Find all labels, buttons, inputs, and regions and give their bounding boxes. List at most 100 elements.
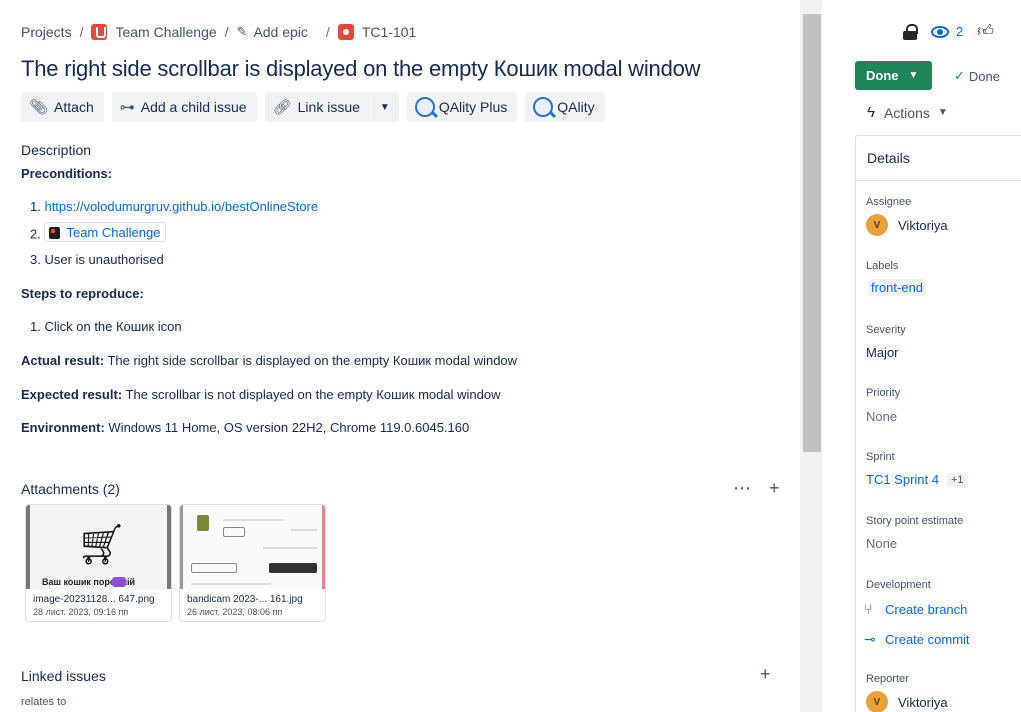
link-issue-button[interactable]: 🔗︎ Link issue	[264, 92, 370, 122]
environment-label: Environment:	[21, 420, 105, 435]
bug-icon	[337, 24, 354, 40]
labels-field[interactable]: front-end	[868, 279, 927, 296]
label-chip[interactable]: front-end	[868, 279, 927, 296]
expected-result: Expected result: The scrollbar is not di…	[21, 387, 500, 402]
lock-icon[interactable]	[903, 23, 918, 40]
attach-label: Attach	[54, 99, 94, 115]
actions-button[interactable]: ϟ Actions ▼	[867, 104, 948, 121]
reporter-field[interactable]: V Viktoriya	[866, 691, 948, 712]
eye-icon	[931, 25, 949, 38]
paperclip-icon: 📎︎	[29, 99, 49, 116]
breadcrumb-separator: /	[79, 24, 84, 40]
link-issue-dropdown-button[interactable]: ▼	[370, 92, 399, 122]
assignee-field[interactable]: V Viktoriya	[866, 214, 948, 236]
attachment-name: bandicam 2023-... 161.jpg	[187, 594, 303, 605]
breadcrumb-separator: /	[224, 24, 229, 40]
thumb-line	[223, 519, 283, 521]
pencil-icon: ✎	[236, 24, 248, 39]
chevron-down-icon: ▼	[908, 70, 919, 81]
priority-value[interactable]: None	[866, 409, 897, 424]
branch-icon: ⑂	[864, 601, 873, 617]
attach-button[interactable]: 📎︎ Attach	[21, 92, 104, 122]
expected-result-label: Expected result:	[21, 387, 123, 402]
lightning-icon: ϟ	[867, 104, 875, 121]
thumb-stepper	[223, 527, 245, 537]
breadcrumb-issue-key[interactable]: TC1-101	[337, 24, 416, 40]
watchers-count: 2	[956, 24, 964, 39]
attachment-date: 26 лист. 2023, 08:06 пп	[187, 607, 283, 617]
link-issue-split-button: 🔗︎ Link issue ▼	[264, 92, 399, 122]
attachment-thumbnail: 🛒︎ Ваш кошик порожній	[26, 505, 171, 589]
team-challenge-link-label: Team Challenge	[66, 225, 161, 240]
chevron-down-icon: ▼	[937, 107, 948, 118]
resolution-label: Done	[968, 68, 1000, 84]
issue-title[interactable]: The right side scrollbar is displayed on…	[21, 56, 701, 82]
store-link[interactable]: https://volodumurgruv.github.io/bestOnli…	[44, 199, 318, 214]
link-issue-label: Link issue	[297, 99, 360, 115]
avatar: V	[866, 691, 888, 712]
add-attachment-icon[interactable]: +	[769, 478, 780, 499]
breadcrumb-project[interactable]: Team Challenge	[91, 24, 217, 40]
issue-sidebar: 2 👍︎ Done ▼ ✓ Done ϟ Actions ▼ Details A…	[822, 0, 1021, 712]
sprint-more-badge[interactable]: +1	[946, 472, 968, 487]
add-linked-issue-icon[interactable]: +	[760, 664, 771, 685]
attachments-actions: ⋯ +	[733, 478, 780, 499]
breadcrumb: Projects / Team Challenge / ✎ Add epic /…	[21, 24, 416, 40]
attachments-heading: Attachments (2)	[21, 481, 120, 497]
environment-text: Windows 11 Home, OS version 22H2, Chrome…	[108, 420, 470, 435]
breadcrumb-add-epic[interactable]: ✎ Add epic	[237, 24, 308, 40]
expected-result-text: The scrollbar is not displayed on the em…	[125, 387, 501, 402]
link-icon: 🔗︎	[272, 99, 292, 116]
qality-plus-icon	[414, 97, 435, 117]
hierarchy-icon: ⊶	[119, 99, 135, 116]
qality-plus-label: QAlity Plus	[438, 99, 508, 115]
attachment-name: image-20231128... 647.png	[33, 594, 155, 605]
watchers-button[interactable]: 2	[931, 24, 963, 39]
list-item: 3. User is unauthorised	[30, 252, 164, 267]
severity-value[interactable]: Major	[866, 345, 899, 360]
step-text: Click on the Кошик icon	[44, 319, 182, 334]
add-child-issue-button[interactable]: ⊶ Add a child issue	[111, 92, 257, 122]
breadcrumb-project-label: Team Challenge	[115, 24, 217, 40]
create-branch-link[interactable]: ⑂ Create branch	[864, 601, 967, 617]
thumb-line	[191, 583, 271, 585]
list-number: 3.	[30, 252, 45, 267]
actual-result-text: The right side scrollbar is displayed on…	[107, 353, 518, 368]
scrollbar-thumb[interactable]	[803, 14, 821, 452]
sprint-field: TC1 Sprint 4 +1	[866, 472, 968, 487]
thumbs-up-icon[interactable]: 👍︎	[977, 22, 994, 41]
linked-issues-heading: Linked issues	[21, 668, 106, 684]
qality-button[interactable]: QAlity	[525, 92, 605, 122]
chair-image	[197, 515, 209, 531]
breadcrumb-projects[interactable]: Projects	[21, 24, 72, 40]
status-label: Done	[866, 68, 899, 83]
qality-plus-button[interactable]: QAlity Plus	[406, 92, 518, 122]
team-challenge-smart-link[interactable]: Team Challenge	[44, 222, 167, 242]
figma-icon	[49, 226, 61, 239]
list-number: 1.	[30, 319, 45, 334]
attachment-card[interactable]: bandicam 2023-... 161.jpg 26 лист. 2023,…	[179, 504, 326, 622]
sprint-link[interactable]: TC1 Sprint 4	[866, 472, 939, 487]
details-heading[interactable]: Details	[856, 136, 1021, 181]
status-button[interactable]: Done ▼	[855, 61, 932, 90]
breadcrumb-add-epic-label: Add epic	[253, 24, 308, 40]
attachment-card[interactable]: 🛒︎ Ваш кошик порожній image-20231128... …	[25, 504, 172, 622]
cart-icon: 🛒︎	[76, 523, 127, 567]
attachment-date: 28 лист. 2023, 09:16 пп	[33, 607, 129, 617]
thumb-button-dark	[269, 563, 317, 573]
development-label: Development	[866, 579, 931, 591]
reporter-label: Reporter	[866, 673, 909, 685]
create-branch-label: Create branch	[885, 601, 968, 617]
qality-label: QAlity	[557, 99, 595, 115]
create-commit-link[interactable]: ⊸ Create commit	[864, 631, 970, 648]
thumb-line	[263, 547, 317, 549]
more-icon[interactable]: ⋯	[733, 478, 751, 499]
qality-icon	[533, 97, 554, 117]
issue-top-actions: 2 👍︎	[903, 22, 994, 41]
story-points-value[interactable]: None	[866, 536, 897, 551]
list-item: 1. https://volodumurgruv.github.io/bestO…	[30, 199, 318, 214]
breadcrumb-separator: /	[325, 24, 330, 40]
issue-toolbar: 📎︎ Attach ⊶ Add a child issue 🔗︎ Link is…	[21, 92, 605, 122]
avatar: V	[866, 214, 888, 236]
reporter-name: Viktoriya	[898, 694, 948, 710]
